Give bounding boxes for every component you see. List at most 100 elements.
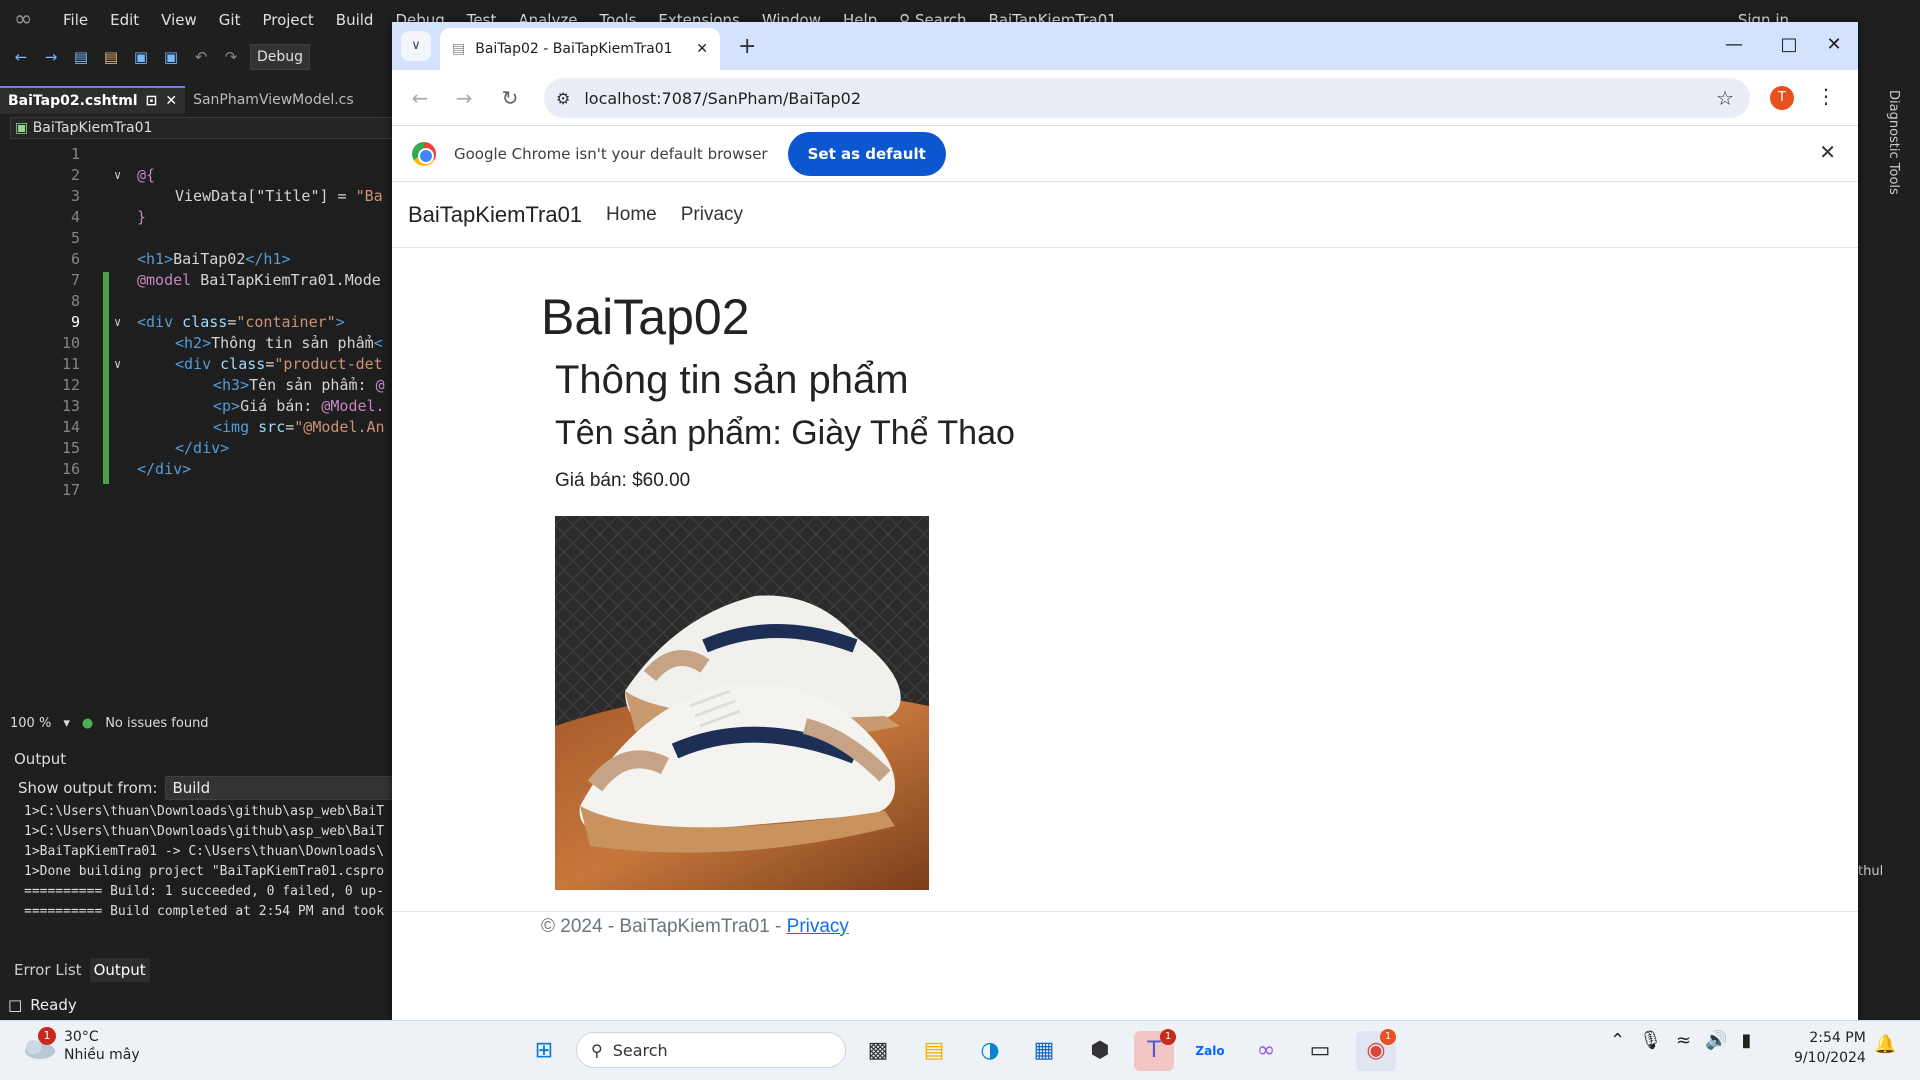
project-icon: ▣ [15, 120, 33, 136]
pin-icon[interactable]: ⊡ [146, 87, 158, 115]
nav-link-privacy[interactable]: Privacy [681, 204, 743, 226]
menu-git[interactable]: Git [208, 0, 252, 40]
project-navigation-bar[interactable]: ▣ BaiTapKiemTra01 [10, 117, 395, 139]
menu-project[interactable]: Project [251, 0, 324, 40]
tab-output[interactable]: Output [89, 958, 150, 982]
redo-icon[interactable]: ↷ [220, 46, 242, 68]
save-icon[interactable]: ▣ [130, 46, 152, 68]
navbar-brand[interactable]: BaiTapKiemTra01 [408, 202, 582, 228]
chrome-taskbar-icon[interactable]: ◉ 1 [1356, 1029, 1396, 1071]
line-number: 17 [61, 481, 80, 499]
wifi-icon[interactable]: ≈ [1676, 1030, 1691, 1051]
tab-baitap02-cshtml[interactable]: BaiTap02.cshtml ⊡ ✕ [0, 86, 186, 115]
site-settings-icon[interactable]: ⚙ [556, 89, 570, 108]
tab-label: BaiTap02.cshtml [8, 93, 138, 109]
maximize-icon[interactable]: □ [1769, 30, 1809, 60]
reload-icon[interactable]: ↻ [494, 82, 526, 114]
cloud-icon: 1 [20, 1027, 56, 1061]
open-folder-icon[interactable]: ▤ [100, 46, 122, 68]
page-title: BaiTap02 [541, 289, 750, 345]
code-text: @model BaiTapKiemTra01.Mode [137, 271, 381, 289]
debug-config-select[interactable]: Debug [250, 44, 311, 70]
tab-sanphamviewmodel-cs[interactable]: SanPhamViewModel.cs [185, 86, 362, 114]
weather-widget[interactable]: 1 30°C Nhiều mây [20, 1027, 140, 1064]
new-tab-plus-icon[interactable]: + [738, 34, 756, 59]
bookmark-star-icon[interactable]: ☆ [1716, 86, 1734, 110]
line-number: 2 [70, 166, 80, 184]
tab-label: SanPhamViewModel.cs [193, 92, 354, 108]
code-text: <div class="product-det [175, 355, 383, 373]
undo-icon[interactable]: ↶ [190, 46, 212, 68]
diagnostic-tools-tab[interactable]: Diagnostic Tools [1886, 90, 1901, 195]
line-number: 6 [70, 250, 80, 268]
code-text: </div> [137, 460, 192, 478]
chevron-up-icon[interactable]: ⌃ [1610, 1030, 1625, 1051]
notification-bell-icon[interactable]: 🔔 [1874, 1034, 1896, 1055]
save-all-icon[interactable]: ▣ [160, 46, 182, 68]
editor-status-bar: 100 % ▾ ● No issues found [10, 712, 395, 734]
windows-start-icon[interactable]: ⊞ [524, 1031, 564, 1071]
back-icon[interactable]: ← [10, 46, 32, 68]
visual-studio-icon[interactable]: ∞ [1246, 1031, 1286, 1071]
clock-date: 9/10/2024 [1794, 1050, 1866, 1066]
code-text: <h1>BaiTap02</h1> [137, 250, 291, 268]
volume-icon[interactable]: 🔊 [1705, 1030, 1727, 1051]
profile-avatar[interactable]: T [1770, 86, 1794, 110]
edge-icon[interactable]: ◑ [970, 1031, 1010, 1071]
issues-status[interactable]: No issues found [105, 716, 208, 731]
set-as-default-button[interactable]: Set as default [787, 131, 946, 176]
chrome-menu-icon[interactable]: ⋮ [1816, 84, 1836, 108]
menu-build[interactable]: Build [325, 0, 385, 40]
tab-error-list[interactable]: Error List [10, 958, 86, 982]
close-tab-icon[interactable]: ✕ [696, 41, 708, 57]
store-icon[interactable]: ▦ [1024, 1031, 1064, 1071]
close-icon[interactable]: ✕ [165, 87, 177, 115]
forward-arrow-icon[interactable]: → [448, 82, 480, 114]
product-image [555, 516, 929, 890]
chrome-window: ∨ ▤ BaiTap02 - BaiTapKiemTra01 ✕ + — □ ✕… [392, 22, 1858, 1020]
battery-icon[interactable]: ▮ [1741, 1030, 1751, 1051]
visual-studio-logo-icon[interactable]: ∞ [14, 8, 38, 32]
output-source-select[interactable]: Build [165, 776, 406, 800]
nav-link-home[interactable]: Home [606, 204, 657, 226]
app-cube-icon[interactable]: ⬢ [1080, 1031, 1120, 1071]
close-window-icon[interactable]: ✕ [1814, 30, 1854, 60]
task-view-icon[interactable]: ▩ [858, 1031, 898, 1071]
fold-chevron-icon[interactable]: ∨ [114, 354, 121, 375]
terminal-icon[interactable]: ▭ [1300, 1031, 1340, 1071]
vs-status-bar: □ Ready [0, 990, 395, 1020]
zalo-icon[interactable]: Zalo [1190, 1031, 1230, 1071]
minimize-icon[interactable]: — [1714, 30, 1754, 60]
teams-icon[interactable]: T1 [1134, 1029, 1176, 1071]
menu-edit[interactable]: Edit [99, 0, 150, 40]
new-project-icon[interactable]: ▤ [70, 46, 92, 68]
chrome-tab[interactable]: ▤ BaiTap02 - BaiTapKiemTra01 ✕ [440, 28, 720, 70]
code-editor[interactable]: 1 2 ∨ @{ 3 ViewData["Title"] = "Ba 4} 5 6 <h… [10, 140, 395, 710]
zoom-select[interactable]: 100 % [10, 716, 51, 731]
menu-file[interactable]: File [52, 0, 99, 40]
close-infobar-icon[interactable]: ✕ [1819, 140, 1836, 164]
code-text: <div class="container"> [137, 313, 345, 331]
taskbar-search[interactable]: ⚲ Search [576, 1032, 846, 1068]
infobar-message: Google Chrome isn't your default browser [454, 144, 768, 163]
output-line: 1>BaiTapKiemTra01 -> C:\Users\thuan\Down… [24, 844, 385, 859]
menu-view[interactable]: View [150, 0, 208, 40]
output-source-row: Show output from: Build [18, 776, 406, 800]
chrome-toolbar: ← → ↻ ⚙ localhost:7087/SanPham/BaiTap02 … [392, 70, 1858, 126]
taskbar-clock[interactable]: 2:54 PM 9/10/2024 [1794, 1028, 1866, 1068]
tab-search-chevron-icon[interactable]: ∨ [401, 31, 431, 61]
fold-chevron-icon[interactable]: ∨ [114, 165, 121, 186]
output-line: ========== Build: 1 succeeded, 0 failed,… [24, 884, 385, 899]
vs-document-tabs: BaiTap02.cshtml ⊡ ✕ SanPhamViewModel.cs [0, 86, 395, 114]
back-arrow-icon[interactable]: ← [404, 82, 436, 114]
fold-chevron-icon[interactable]: ∨ [114, 312, 121, 333]
line-number: 7 [70, 271, 80, 289]
chevron-down-icon[interactable]: ▾ [63, 716, 70, 731]
line-number: 5 [70, 229, 80, 247]
footer-privacy-link[interactable]: Privacy [787, 916, 849, 937]
forward-icon[interactable]: → [40, 46, 62, 68]
url-text[interactable]: localhost:7087/SanPham/BaiTap02 [584, 89, 1702, 108]
address-bar[interactable]: ⚙ localhost:7087/SanPham/BaiTap02 ☆ [544, 78, 1750, 118]
microphone-muted-icon[interactable]: 🎙 [1639, 1030, 1662, 1051]
file-explorer-icon[interactable]: ▤ [914, 1031, 954, 1071]
